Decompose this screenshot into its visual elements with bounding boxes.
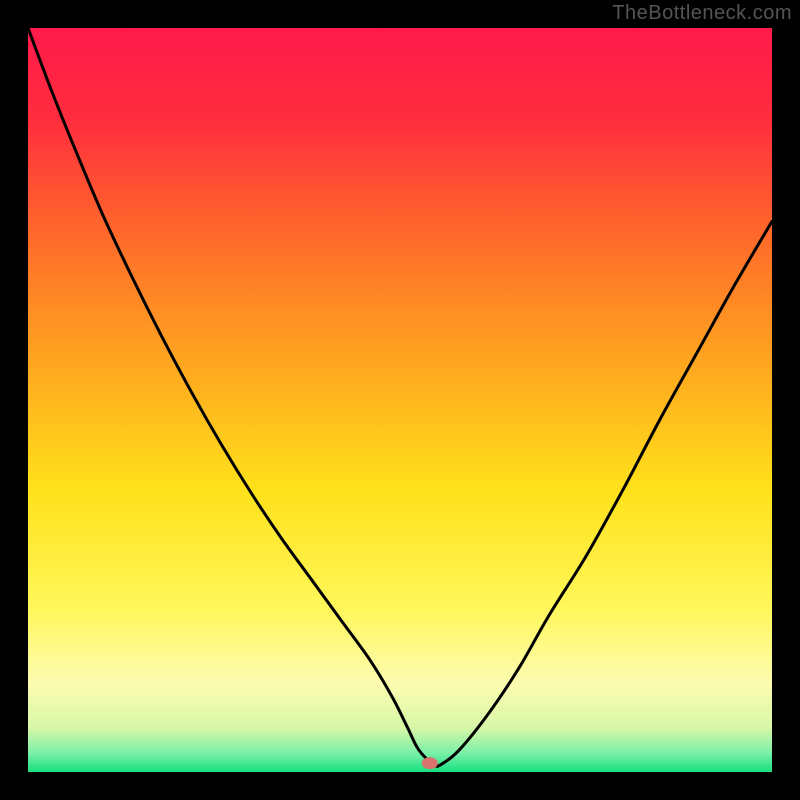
chart-svg bbox=[28, 28, 772, 772]
gradient-background bbox=[28, 28, 772, 772]
plot-area bbox=[28, 28, 772, 772]
optimum-marker bbox=[422, 757, 438, 769]
chart-frame: TheBottleneck.com bbox=[0, 0, 800, 800]
watermark-text: TheBottleneck.com bbox=[612, 2, 792, 25]
